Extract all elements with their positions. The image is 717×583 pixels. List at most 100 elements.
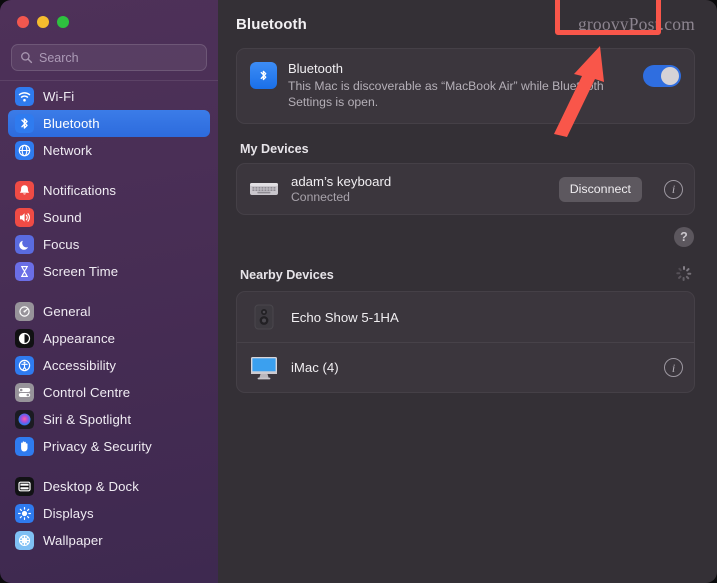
page-title: Bluetooth bbox=[236, 15, 307, 33]
sidebar: Wi-Fi Bluetooth bbox=[0, 0, 218, 583]
sidebar-item-label: Network bbox=[43, 143, 93, 158]
help-row: ? bbox=[236, 215, 695, 247]
scanning-spinner bbox=[676, 265, 692, 284]
sidebar-item-label: Notifications bbox=[43, 183, 117, 198]
settings-window: Wi-Fi Bluetooth bbox=[0, 0, 717, 583]
nearby-devices-heading: Nearby Devices bbox=[240, 265, 695, 284]
sidebar-item-sound[interactable]: Sound bbox=[8, 204, 210, 231]
device-info: iMac (4) bbox=[291, 360, 642, 375]
disconnect-button[interactable]: Disconnect bbox=[558, 176, 642, 202]
sidebar-item-label: Desktop & Dock bbox=[43, 479, 139, 494]
info-icon[interactable]: i bbox=[664, 179, 683, 199]
spinner-icon bbox=[676, 265, 692, 281]
device-name: adam’s keyboard bbox=[291, 174, 392, 189]
my-devices-list: adam’s keyboard Connected Disconnect i bbox=[236, 163, 695, 215]
sidebar-item-label: Sound bbox=[43, 210, 82, 225]
sidebar-item-label: Displays bbox=[43, 506, 94, 521]
wifi-icon bbox=[15, 87, 34, 106]
window-traffic-lights bbox=[0, 0, 218, 38]
device-row[interactable]: iMac (4) i bbox=[237, 342, 694, 392]
sidebar-group-spacer bbox=[8, 285, 210, 298]
nearby-devices-heading-label: Nearby Devices bbox=[240, 267, 334, 282]
sidebar-group-spacer bbox=[8, 460, 210, 473]
sidebar-item-label: Siri & Spotlight bbox=[43, 412, 132, 427]
sidebar-nav: Wi-Fi Bluetooth Network Notifications So… bbox=[0, 83, 218, 554]
help-button[interactable]: ? bbox=[674, 227, 694, 247]
control-centre-icon bbox=[15, 383, 34, 402]
desktop-dock-icon bbox=[15, 477, 34, 496]
bluetooth-card-text: Bluetooth This Mac is discoverable as “M… bbox=[288, 61, 632, 110]
sidebar-item-control-centre[interactable]: Control Centre bbox=[8, 379, 210, 406]
sidebar-item-label: Appearance bbox=[43, 331, 116, 346]
sidebar-item-label: Control Centre bbox=[43, 385, 131, 400]
device-status: Connected bbox=[291, 190, 350, 204]
device-info: adam’s keyboard Connected bbox=[291, 174, 547, 204]
close-button[interactable] bbox=[17, 16, 29, 28]
device-name: iMac (4) bbox=[291, 360, 339, 375]
main-content: Bluetooth This Mac is discoverable as “M… bbox=[218, 48, 717, 393]
sidebar-divider bbox=[0, 80, 218, 81]
gear-icon bbox=[15, 302, 34, 321]
sidebar-item-general[interactable]: General bbox=[8, 298, 210, 325]
sidebar-item-notifications[interactable]: Notifications bbox=[8, 177, 210, 204]
search-container bbox=[0, 38, 218, 71]
sidebar-item-focus[interactable]: Focus bbox=[8, 231, 210, 258]
hand-icon bbox=[15, 437, 34, 456]
bell-icon bbox=[15, 181, 34, 200]
sidebar-item-wi-fi[interactable]: Wi-Fi bbox=[8, 83, 210, 110]
sidebar-item-label: Focus bbox=[43, 237, 80, 252]
my-devices-heading: My Devices bbox=[240, 142, 695, 156]
display-icon bbox=[15, 504, 34, 523]
search-icon bbox=[20, 51, 33, 64]
sidebar-item-siri-and-spotlight[interactable]: Siri & Spotlight bbox=[8, 406, 210, 433]
zoom-button[interactable] bbox=[57, 16, 69, 28]
bluetooth-icon bbox=[15, 114, 34, 133]
moon-icon bbox=[15, 235, 34, 254]
sidebar-item-label: Privacy & Security bbox=[43, 439, 152, 454]
sidebar-group-spacer bbox=[8, 164, 210, 177]
sidebar-item-label: Screen Time bbox=[43, 264, 119, 279]
device-row[interactable]: Echo Show 5-1HA bbox=[237, 292, 694, 342]
nearby-devices-list: Echo Show 5-1HA iMac (4) i bbox=[236, 291, 695, 393]
sidebar-group-system: General Appearance Accessibility Control… bbox=[8, 298, 210, 460]
bluetooth-icon bbox=[250, 62, 277, 89]
sidebar-item-label: Accessibility bbox=[43, 358, 117, 373]
info-icon[interactable]: i bbox=[664, 358, 683, 377]
sidebar-item-label: General bbox=[43, 304, 91, 319]
sidebar-item-label: Bluetooth bbox=[43, 116, 100, 131]
speaker-device-icon bbox=[249, 304, 279, 330]
sidebar-item-accessibility[interactable]: Accessibility bbox=[8, 352, 210, 379]
sidebar-item-bluetooth[interactable]: Bluetooth bbox=[8, 110, 210, 137]
sidebar-item-label: Wallpaper bbox=[43, 533, 103, 548]
bluetooth-card-description: This Mac is discoverable as “MacBook Air… bbox=[288, 79, 604, 109]
my-devices-heading-label: My Devices bbox=[240, 142, 309, 156]
device-row[interactable]: adam’s keyboard Connected Disconnect i bbox=[237, 164, 694, 214]
bluetooth-card-title: Bluetooth bbox=[288, 61, 343, 76]
sidebar-item-privacy-and-security[interactable]: Privacy & Security bbox=[8, 433, 210, 460]
hourglass-icon bbox=[15, 262, 34, 281]
sidebar-group-desktop: Desktop & Dock Displays Wallpaper bbox=[8, 473, 210, 554]
minimize-button[interactable] bbox=[37, 16, 49, 28]
main-panel: Bluetooth groovyPost.com Bluetooth This … bbox=[218, 0, 717, 583]
search-box[interactable] bbox=[11, 44, 207, 71]
search-input[interactable] bbox=[39, 50, 198, 65]
device-info: Echo Show 5-1HA bbox=[291, 310, 683, 325]
globe-icon bbox=[15, 141, 34, 160]
sidebar-item-desktop-and-dock[interactable]: Desktop & Dock bbox=[8, 473, 210, 500]
speaker-icon bbox=[15, 208, 34, 227]
sidebar-item-screen-time[interactable]: Screen Time bbox=[8, 258, 210, 285]
sidebar-item-wallpaper[interactable]: Wallpaper bbox=[8, 527, 210, 554]
accessibility-icon bbox=[15, 356, 34, 375]
sidebar-group-network: Wi-Fi Bluetooth Network bbox=[8, 83, 210, 164]
wallpaper-icon bbox=[15, 531, 34, 550]
sidebar-group-alerts: Notifications Sound Focus Screen Time bbox=[8, 177, 210, 285]
sidebar-item-network[interactable]: Network bbox=[8, 137, 210, 164]
device-name: Echo Show 5-1HA bbox=[291, 309, 399, 325]
bluetooth-toggle[interactable] bbox=[643, 65, 681, 87]
sidebar-item-displays[interactable]: Displays bbox=[8, 500, 210, 527]
toggle-knob bbox=[661, 67, 679, 85]
bluetooth-toggle-card: Bluetooth This Mac is discoverable as “M… bbox=[236, 48, 695, 124]
sidebar-item-appearance[interactable]: Appearance bbox=[8, 325, 210, 352]
watermark: groovyPost.com bbox=[577, 13, 695, 34]
keyboard-icon bbox=[249, 176, 279, 202]
